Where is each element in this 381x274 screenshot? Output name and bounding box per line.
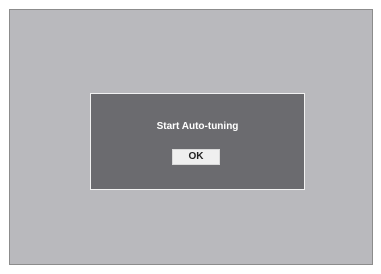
auto-tuning-dialog: Start Auto-tuning OK [90, 93, 305, 190]
dialog-message: Start Auto-tuning [156, 121, 239, 132]
ok-button[interactable]: OK [172, 149, 220, 165]
tv-screen: Start Auto-tuning OK [9, 9, 373, 265]
